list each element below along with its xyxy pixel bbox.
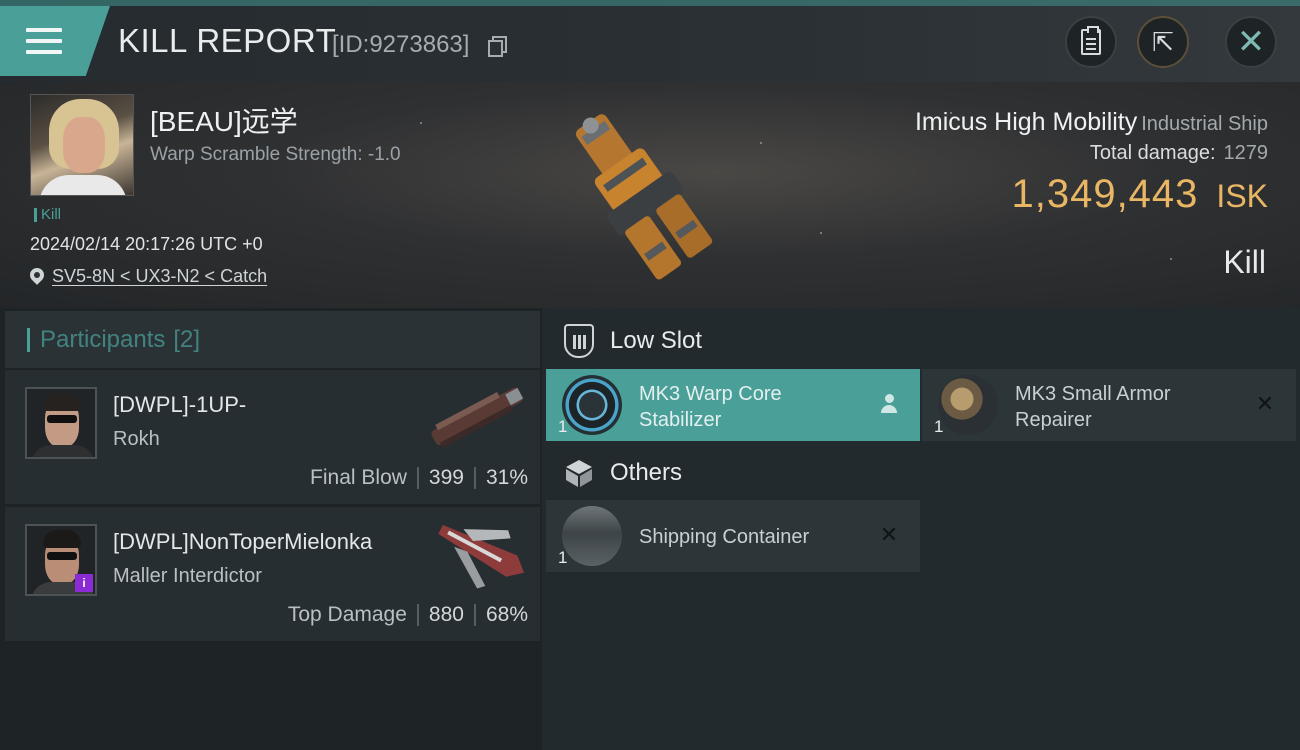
low-slot-header: Low Slot xyxy=(542,312,1300,370)
share-icon: ⇱ xyxy=(1152,27,1174,57)
item-name: MK3 Warp Core Stabilizer xyxy=(639,383,782,431)
participant-ship-image[interactable] xyxy=(423,378,533,458)
copy-icon[interactable] xyxy=(488,36,507,57)
item-name: MK3 Small Armor Repairer xyxy=(1015,383,1171,431)
ship-class: Industrial Ship xyxy=(1141,113,1268,135)
participant-role: Top Damage xyxy=(287,603,407,626)
participant-row[interactable]: i [DWPL]NonToperMielonka Maller Interdic… xyxy=(5,507,540,641)
participant-ship: Maller Interdictor xyxy=(113,565,262,587)
others-header: Others xyxy=(542,444,1300,502)
item-card[interactable]: 1 MK3 Small Armor Repairer ✕ xyxy=(922,369,1296,441)
isk-unit: ISK xyxy=(1216,178,1268,214)
participant-role: Final Blow xyxy=(310,466,407,489)
participant-percent: 31% xyxy=(485,466,528,489)
avatar[interactable]: i xyxy=(25,524,97,596)
report-id: [ID:9273863] xyxy=(332,31,470,58)
menu-button[interactable] xyxy=(0,6,110,76)
total-damage: Total damage: 1279 xyxy=(1090,142,1268,165)
participant-percent: 68% xyxy=(485,603,528,626)
participants-count: [2] xyxy=(173,325,201,353)
share-button[interactable]: ⇱ xyxy=(1137,16,1189,68)
participant-ship-image[interactable] xyxy=(423,515,533,595)
close-icon[interactable]: ✕ xyxy=(876,522,902,548)
cube-icon xyxy=(564,458,594,488)
item-quantity: 1 xyxy=(558,417,568,436)
close-icon[interactable]: ✕ xyxy=(1252,391,1278,417)
victim-ship-image[interactable] xyxy=(560,96,720,296)
total-damage-label: Total damage: xyxy=(1089,142,1216,164)
location: SV5-8N < UX3-N2 < Catch xyxy=(30,266,267,287)
isk-amount: 1,349,443 xyxy=(1011,172,1199,216)
victim-name[interactable]: [BEAU]远学 xyxy=(150,100,298,140)
page-title: KILL REPORT xyxy=(118,22,337,59)
avatar[interactable] xyxy=(25,387,97,459)
fitting-panel: Low Slot 1 MK3 Warp Core Stabilizer 1 MK… xyxy=(542,308,1300,750)
person-icon[interactable] xyxy=(876,391,902,417)
participant-row[interactable]: [DWPL]-1UP- Rokh Final Blow 399 31% xyxy=(5,370,540,504)
item-card[interactable]: 1 MK3 Warp Core Stabilizer xyxy=(546,369,920,441)
ship-name[interactable]: Imicus High Mobility Industrial Ship xyxy=(915,108,1268,137)
others-title: Others xyxy=(610,459,683,486)
clipboard-button[interactable] xyxy=(1065,16,1117,68)
close-icon: ✕ xyxy=(1236,23,1266,61)
participant-damage: 399 xyxy=(428,466,464,489)
total-damage-value: 1279 xyxy=(1223,142,1269,164)
participants-title: Participants xyxy=(40,325,166,353)
participant-ship: Rokh xyxy=(113,428,160,450)
participants-panel: Participants [2] [DWPL]-1UP- Rokh Final … xyxy=(0,308,542,750)
clipboard-icon xyxy=(1081,26,1101,55)
item-quantity: 1 xyxy=(934,417,944,436)
item-name: Shipping Container xyxy=(639,526,810,548)
warp-core-stabilizer-icon xyxy=(562,375,622,435)
low-slot-icon xyxy=(564,324,594,358)
item-quantity: 1 xyxy=(558,548,568,567)
location-link[interactable]: SV5-8N < UX3-N2 < Catch xyxy=(52,266,267,287)
location-pin-icon xyxy=(30,268,44,286)
participants-header: Participants [2] xyxy=(5,311,540,368)
participant-stats: Top Damage 880 68% xyxy=(288,603,528,627)
top-bar: KILL REPORT [ID:9273863] ⇱ ✕ xyxy=(0,0,1300,82)
kill-tag: Kill xyxy=(34,206,61,223)
ship-name-text: Imicus High Mobility xyxy=(914,108,1138,136)
participant-damage: 880 xyxy=(428,603,464,626)
warp-scramble-strength: Warp Scramble Strength: -1.0 xyxy=(150,144,401,165)
kill-summary-header: [BEAU]远学 Warp Scramble Strength: -1.0 Ki… xyxy=(0,82,1300,308)
participant-name: [DWPL]-1UP- xyxy=(113,392,247,417)
armor-repairer-icon xyxy=(938,375,998,435)
info-badge-icon: i xyxy=(75,574,93,592)
participant-name: [DWPL]NonToperMielonka xyxy=(113,529,373,554)
menu-icon xyxy=(26,28,62,54)
item-card[interactable]: 1 Shipping Container ✕ xyxy=(546,500,920,572)
victim-portrait[interactable] xyxy=(30,94,134,196)
low-slot-title: Low Slot xyxy=(610,327,703,354)
participant-stats: Final Blow 399 31% xyxy=(310,466,528,490)
isk-value: 1,349,443 ISK xyxy=(1011,172,1268,217)
timestamp: 2024/02/14 20:17:26 UTC +0 xyxy=(30,234,263,254)
kill-result: Kill xyxy=(1223,244,1266,280)
container-icon xyxy=(562,506,622,566)
close-button[interactable]: ✕ xyxy=(1225,16,1277,68)
